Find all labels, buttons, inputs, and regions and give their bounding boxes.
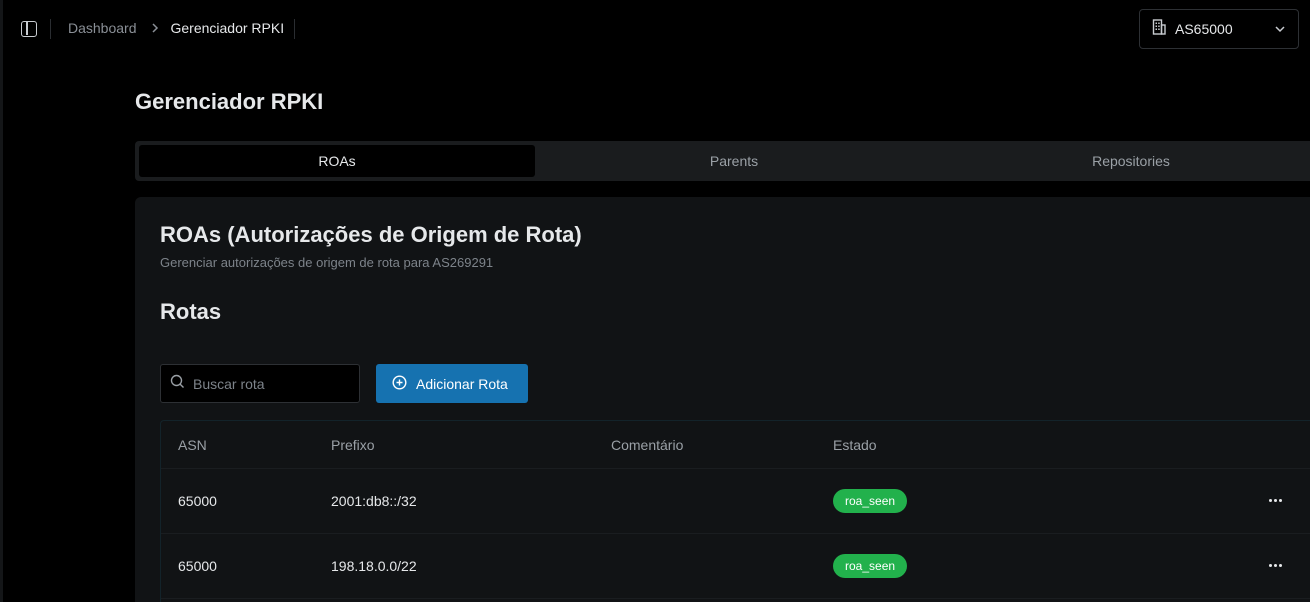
cell-prefix: 2001:db8::/32	[331, 493, 417, 509]
card-title: ROAs (Autorizações de Origem de Rota)	[160, 222, 582, 247]
cell-asn: 65000	[178, 558, 217, 574]
breadcrumb: Dashboard Gerenciador RPKI	[68, 20, 284, 36]
section-title: Rotas	[160, 299, 222, 324]
column-header-comment[interactable]: Comentário	[611, 437, 683, 453]
as-selector-dropdown[interactable]: AS65000	[1139, 9, 1299, 49]
divider	[294, 19, 295, 39]
column-header-state[interactable]: Estado	[833, 437, 877, 453]
breadcrumb-current: Gerenciador RPKI	[170, 20, 285, 36]
tab-roas[interactable]: ROAs	[139, 145, 535, 177]
chevron-down-icon	[1274, 21, 1286, 42]
cell-prefix: 198.18.0.0/22	[331, 558, 417, 574]
page-title: Gerenciador RPKI	[135, 89, 324, 114]
table-row: 65000 2001:db8::/32 roa_seen	[161, 469, 1310, 534]
top-bar: Dashboard Gerenciador RPKI AS65000	[3, 0, 1310, 58]
routes-table: ASN Prefixo Comentário Estado 65000 2001…	[160, 420, 1310, 602]
table-header: ASN Prefixo Comentário Estado	[161, 421, 1310, 469]
tab-parents[interactable]: Parents	[536, 145, 932, 177]
left-edge-border	[0, 0, 3, 602]
chevron-right-icon	[151, 20, 159, 36]
column-header-prefix[interactable]: Prefixo	[331, 437, 375, 453]
breadcrumb-dashboard-link[interactable]: Dashboard	[68, 20, 137, 36]
search-box	[160, 364, 360, 403]
card-subtitle: Gerenciar autorizações de origem de rota…	[160, 255, 494, 270]
cell-asn: 65000	[178, 493, 217, 509]
table-row: 65000 198.18.0.0/22 roa_seen	[161, 534, 1310, 599]
sidebar-toggle-icon[interactable]	[21, 21, 37, 37]
tab-repositories[interactable]: Repositories	[933, 145, 1310, 177]
status-badge: roa_seen	[833, 554, 908, 578]
row-actions-icon[interactable]	[1266, 556, 1284, 574]
search-input[interactable]	[193, 375, 343, 392]
divider	[50, 19, 51, 39]
tab-list: ROAs Parents Repositories	[135, 141, 1310, 181]
column-header-asn[interactable]: ASN	[178, 437, 207, 453]
add-route-button[interactable]: Adicionar Rota	[376, 364, 528, 403]
as-selector-value: AS65000	[1175, 21, 1233, 37]
roas-card: ROAs (Autorizações de Origem de Rota) Ge…	[135, 197, 1310, 602]
add-route-label: Adicionar Rota	[416, 375, 508, 392]
status-badge: roa_seen	[833, 489, 908, 513]
row-actions-icon[interactable]	[1266, 491, 1284, 509]
plus-circle-icon	[392, 374, 407, 393]
building-icon	[1152, 18, 1166, 40]
search-icon	[170, 374, 185, 394]
